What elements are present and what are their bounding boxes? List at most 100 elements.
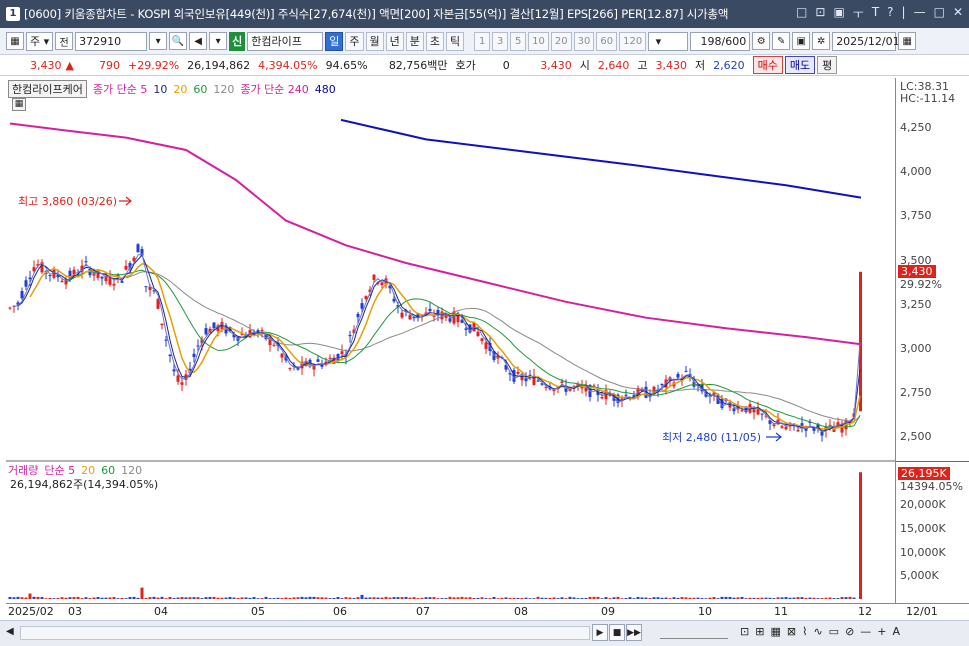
- date-tick: 08: [514, 605, 528, 618]
- stock-code-input[interactable]: 372910: [75, 31, 148, 51]
- candle-body: [740, 410, 744, 412]
- indicator-icon[interactable]: ⚙: [752, 32, 771, 50]
- ma240-line: [9, 122, 862, 346]
- market2-select[interactable]: 전: [55, 32, 74, 50]
- period-day-button[interactable]: 일: [325, 31, 344, 51]
- font-icon[interactable]: T: [872, 5, 879, 22]
- period-tick-button[interactable]: 틱: [446, 31, 465, 51]
- table-icon[interactable]: ▦: [12, 98, 26, 111]
- ma20-legend[interactable]: 20: [173, 83, 187, 96]
- volume-bar: [760, 597, 764, 599]
- interval-10-button[interactable]: 10: [528, 31, 549, 51]
- zoom-reset-icon[interactable]: ⊘: [845, 625, 854, 638]
- date-tick: 04: [154, 605, 168, 618]
- interval-60-button[interactable]: 60: [596, 31, 618, 51]
- restore-layout-icon[interactable]: ⊡: [815, 5, 825, 22]
- grid-menu-icon[interactable]: ▦: [6, 32, 24, 50]
- volume-bar: [532, 598, 536, 599]
- stop-icon[interactable]: ■: [609, 624, 625, 641]
- volume-bar: [380, 597, 384, 599]
- layout-icon[interactable]: □: [796, 5, 807, 22]
- candle-body: [784, 427, 788, 430]
- speaker-icon[interactable]: ◀: [189, 32, 208, 50]
- candle-body: [172, 369, 176, 372]
- sell-button[interactable]: 매도: [784, 56, 816, 74]
- vol-ma120-legend[interactable]: 120: [121, 464, 142, 477]
- interval-3-button[interactable]: 3: [492, 31, 509, 51]
- interval-1-button[interactable]: 1: [474, 31, 491, 51]
- period-second-button[interactable]: 초: [425, 31, 445, 51]
- minimize-button[interactable]: —: [914, 5, 926, 22]
- maximize-button[interactable]: □: [934, 5, 945, 22]
- fast-forward-icon[interactable]: ▶▶: [626, 624, 642, 641]
- volume-bar: [748, 597, 752, 599]
- maximize-layout-icon[interactable]: ▣: [833, 5, 844, 22]
- candle-body: [364, 296, 368, 299]
- interval-custom-select[interactable]: ▾: [648, 31, 689, 51]
- ma480-legend[interactable]: 480: [315, 83, 336, 96]
- interval-120-button[interactable]: 120: [619, 31, 647, 51]
- period-week-button[interactable]: 주: [345, 31, 364, 51]
- code-dropdown-icon[interactable]: ▾: [149, 32, 168, 50]
- pin-icon[interactable]: ㅜ: [853, 5, 864, 22]
- period-month-button[interactable]: 월: [365, 31, 384, 51]
- zoom-in-icon[interactable]: +: [877, 625, 886, 638]
- trade-amount: 82,756백만: [388, 59, 448, 72]
- volume-bar: [152, 596, 156, 599]
- period-minute-button[interactable]: 분: [405, 31, 424, 51]
- candle-body: [484, 342, 488, 350]
- tool-icon[interactable]: ⌇: [802, 625, 807, 638]
- ma60-legend[interactable]: 60: [193, 83, 207, 96]
- ma240-legend[interactable]: 종가 단순 240: [240, 81, 308, 97]
- vol-ma20-legend[interactable]: 20: [81, 464, 95, 477]
- chart-area[interactable]: 최고 3,860 (03/26) 최저 2,480 (11/05) 한컴라이프케…: [6, 78, 895, 603]
- calendar-icon[interactable]: ▦: [898, 32, 917, 50]
- market-select[interactable]: 주 ▾: [26, 31, 54, 51]
- period-year-button[interactable]: 년: [385, 31, 404, 51]
- volume-bar: [336, 596, 340, 599]
- font-size-icon[interactable]: A: [893, 625, 901, 638]
- tool-icon[interactable]: ▭: [829, 625, 839, 638]
- ma10-legend[interactable]: 10: [153, 83, 167, 96]
- candle-body: [192, 353, 196, 358]
- stock-legend-label[interactable]: 한컴라이프케어: [8, 80, 87, 98]
- tool-icon[interactable]: ⊡: [740, 625, 749, 638]
- volume-bar: [88, 598, 92, 599]
- scroll-track[interactable]: [20, 626, 590, 640]
- drawing-icon[interactable]: ✎: [772, 32, 791, 50]
- volume-bar: [544, 597, 548, 599]
- scroll-left-icon[interactable]: ◀: [6, 626, 14, 637]
- speaker-dropdown-icon[interactable]: ▾: [209, 32, 228, 50]
- price-axis[interactable]: LC:38.31 HC:-11.14 4,250 4,000 3,750 3,5…: [895, 78, 969, 603]
- date-field[interactable]: 2025/12/01: [832, 31, 900, 51]
- buy-button[interactable]: 매수: [752, 56, 783, 74]
- chart-canvas[interactable]: 최고 3,860 (03/26) 최저 2,480 (11/05): [6, 78, 895, 603]
- search-icon[interactable]: 🔍: [169, 32, 188, 50]
- close-button[interactable]: ✕: [953, 5, 963, 22]
- tool-icon[interactable]: ∿: [813, 625, 822, 638]
- volume-bar: [32, 596, 36, 599]
- interval-5-button[interactable]: 5: [510, 31, 527, 51]
- ma120-legend[interactable]: 120: [213, 83, 234, 96]
- help-icon[interactable]: ?: [887, 5, 893, 22]
- tool-icon[interactable]: ⊞: [755, 625, 764, 638]
- low-arrow-icon: [766, 432, 782, 442]
- interval-30-button[interactable]: 30: [573, 31, 595, 51]
- play-icon[interactable]: ▶: [592, 624, 608, 641]
- vol-ma60-legend[interactable]: 60: [101, 464, 115, 477]
- zoom-out-icon[interactable]: —: [860, 625, 871, 638]
- interval-20-button[interactable]: 20: [550, 31, 572, 51]
- count-field[interactable]: 198/600: [690, 31, 751, 51]
- volume-bar: [836, 598, 840, 599]
- time-axis[interactable]: 2025/02 03 04 05 06 07 08 09 10 11 12 12…: [6, 603, 969, 620]
- eval-button[interactable]: 평: [817, 56, 838, 74]
- ma-legend-label[interactable]: 종가 단순 5: [93, 81, 147, 97]
- tool-icon[interactable]: ⊠: [787, 625, 796, 638]
- open-label: 시: [579, 59, 590, 72]
- zoom-slider[interactable]: [660, 627, 728, 639]
- volume-value: 26,194,862: [187, 58, 251, 72]
- save-icon[interactable]: ▣: [792, 32, 811, 50]
- candle-body: [144, 286, 148, 288]
- settings-icon[interactable]: ✲: [812, 32, 831, 50]
- tool-icon[interactable]: ▦: [770, 625, 780, 638]
